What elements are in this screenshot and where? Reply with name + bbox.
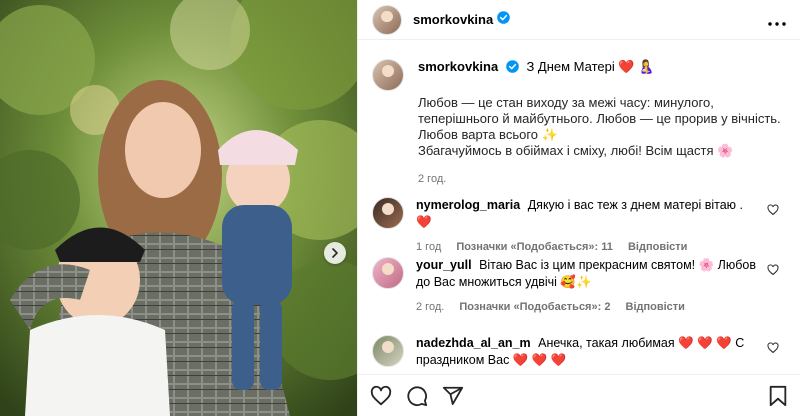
comment-username[interactable]: nymerolog_maria [416, 198, 520, 212]
verified-icon [497, 10, 511, 29]
caption-line: теперішнього й майбутнього. Любов — це п… [418, 111, 781, 126]
like-button[interactable] [370, 385, 392, 407]
comment-avatar[interactable] [372, 257, 404, 289]
verified-icon [506, 60, 519, 77]
comment-likes[interactable]: Позначки «Подобається»: 11 [456, 241, 613, 253]
comment-icon [407, 385, 428, 406]
comment-username[interactable]: nadezhda_al_an_m [416, 336, 531, 350]
caption-title-text: З Днем Матері [526, 59, 615, 74]
reply-button[interactable]: Відповісти [628, 241, 687, 253]
author-avatar[interactable] [372, 4, 402, 35]
comment-emoji: ❤️ [416, 215, 432, 229]
post-caption: smorkovkina З Днем Матері ❤️ 🤱 Любов — ц… [358, 41, 800, 187]
comment-button[interactable] [406, 385, 428, 407]
comment-likes[interactable]: Позначки «Подобається»: 2 [459, 301, 610, 313]
more-icon [768, 21, 786, 26]
heart-icon [767, 204, 779, 216]
comment-item: your_yull Вітаю Вас із цим прекрасним св… [372, 257, 787, 316]
comment-item: nadezhda_al_an_m Анечка, такая любимая ❤… [372, 335, 787, 369]
caption-line: Любов — це стан виходу за межі часу: мин… [418, 95, 714, 110]
author-username[interactable]: smorkovkina [413, 12, 493, 27]
comment-like-button[interactable] [767, 203, 779, 221]
caption-title-emoji: ❤️ 🤱 [618, 59, 655, 74]
comment-username[interactable]: your_yull [416, 258, 472, 272]
heart-icon [370, 385, 392, 405]
chevron-right-icon [332, 248, 338, 258]
heart-icon [767, 264, 779, 276]
caption-line: Любов варта всього ✨ [418, 127, 558, 142]
comment-like-button[interactable] [767, 263, 779, 281]
comment-item: nymerolog_maria Дякую і вас теж з днем м… [372, 197, 787, 256]
post-actions-bar [358, 374, 800, 416]
post-photo[interactable] [0, 0, 357, 416]
post-details-panel: smorkovkina smorkovkina З Днем Матері ❤️… [357, 0, 800, 416]
caption-line: Збагачуймось в обіймах і сміху, любі! Вс… [418, 143, 734, 158]
reply-button[interactable]: Відповісти [626, 301, 685, 313]
comment-timestamp[interactable]: 2 год. [416, 301, 444, 313]
comment-avatar[interactable] [372, 197, 404, 229]
caption-avatar[interactable] [372, 59, 404, 91]
carousel-next-button[interactable] [324, 242, 346, 264]
share-icon [442, 386, 464, 405]
comments-scroll-area[interactable]: smorkovkina З Днем Матері ❤️ 🤱 Любов — ц… [358, 41, 800, 373]
post-header: smorkovkina [358, 0, 800, 40]
caption-timestamp[interactable]: 2 год. [418, 171, 786, 187]
comment-timestamp[interactable]: 1 год [416, 241, 441, 253]
photo-image [0, 0, 357, 416]
save-icon [769, 385, 787, 406]
more-options-button[interactable] [768, 11, 786, 29]
heart-icon [767, 342, 779, 354]
comment-text: Дякую і вас теж з днем матері вітаю . [527, 198, 744, 212]
comment-avatar[interactable] [372, 335, 404, 367]
share-button[interactable] [442, 385, 464, 407]
save-button[interactable] [768, 385, 788, 407]
caption-username[interactable]: smorkovkina [418, 59, 498, 74]
comment-like-button[interactable] [767, 341, 779, 359]
